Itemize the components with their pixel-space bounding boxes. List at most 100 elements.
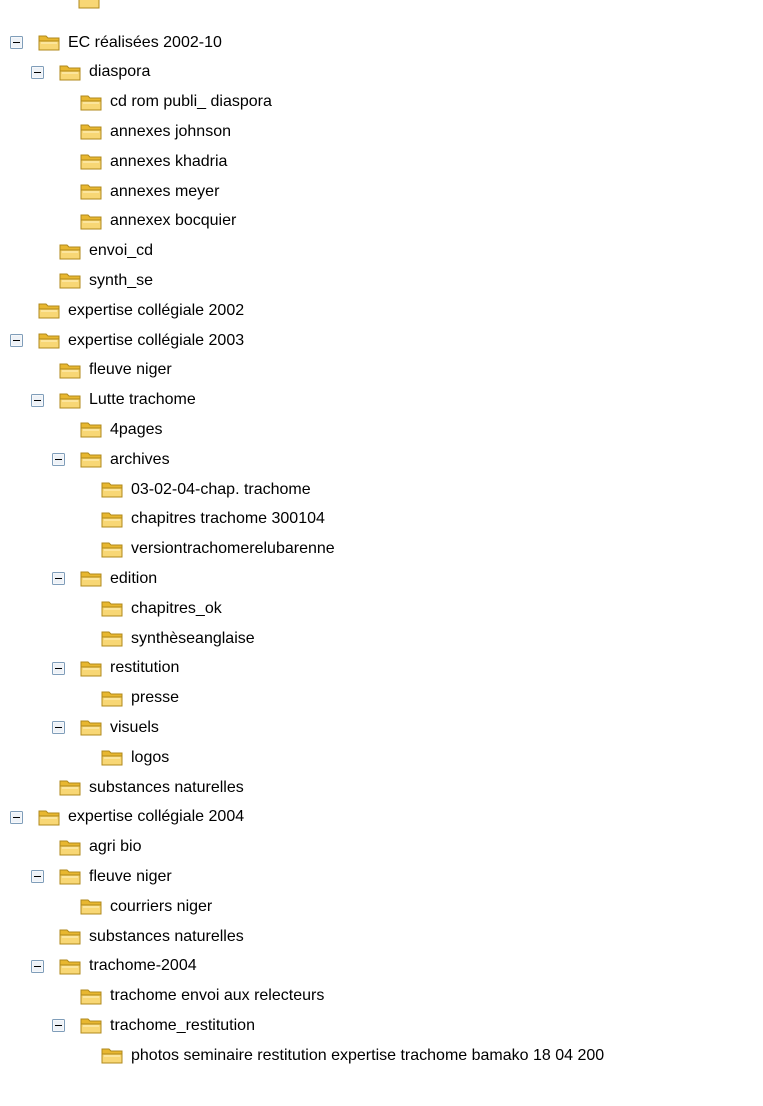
tree-node[interactable]: fleuve niger	[31, 862, 173, 891]
tree-node-label[interactable]: visuels	[109, 718, 160, 738]
tree-node[interactable]: photos seminaire restitution expertise t…	[101, 1041, 605, 1070]
tree-node[interactable]: visuels	[52, 713, 160, 742]
folder-icon	[59, 361, 82, 380]
tree-node-label[interactable]: expertise collégiale 2004	[67, 807, 245, 827]
tree-node[interactable]: synth_se	[59, 266, 154, 295]
folder-icon	[80, 93, 103, 112]
tree-node-label[interactable]: trachome-2004	[88, 956, 198, 976]
tree-node[interactable]: 03-02-04-chap. trachome	[101, 475, 312, 504]
tree-node-label[interactable]: chapitres_ok	[130, 599, 223, 619]
tree-node[interactable]: agri bio	[59, 833, 142, 862]
tree-node[interactable]: envoi_cd	[59, 237, 154, 266]
tree-node[interactable]: substances naturelles	[59, 922, 245, 951]
folder-icon	[80, 897, 103, 916]
collapse-toggle-icon[interactable]	[52, 721, 65, 735]
tree-node[interactable]: edition	[52, 564, 158, 593]
tree-node[interactable]: trachome envoi aux relecteurs	[80, 982, 325, 1011]
tree-node[interactable]: annexes johnson	[80, 117, 232, 146]
tree-node-label[interactable]: fleuve niger	[88, 867, 173, 887]
tree-node[interactable]: synthèseanglaise	[101, 624, 256, 653]
tree-node-label[interactable]: agri bio	[88, 837, 142, 857]
tree-node-label[interactable]: archives	[109, 450, 171, 470]
tree-node[interactable]: annexex bocquier	[80, 207, 237, 236]
tree-node-label[interactable]: 03-02-04-chap. trachome	[130, 480, 312, 500]
collapse-toggle-icon[interactable]	[31, 959, 44, 973]
tree-node[interactable]: Lutte trachome	[31, 386, 197, 415]
folder-icon	[80, 987, 103, 1006]
collapse-toggle-icon[interactable]	[52, 572, 65, 586]
folder-icon	[59, 927, 82, 946]
collapse-toggle-icon[interactable]	[52, 1019, 65, 1033]
folder-icon	[78, 0, 101, 14]
tree-node-label[interactable]: logos	[130, 748, 170, 768]
tree-node-label[interactable]: substances naturelles	[88, 927, 245, 947]
tree-node-label[interactable]: Lutte trachome	[88, 390, 197, 410]
collapse-toggle-icon[interactable]	[10, 810, 23, 824]
tree-node-label[interactable]: synth_se	[88, 271, 154, 291]
tree-node[interactable]: substances naturelles	[59, 773, 245, 802]
tree-node-label[interactable]: synthèseanglaise	[130, 629, 256, 649]
tree-node-label[interactable]: courriers niger	[109, 897, 213, 917]
tree-node-label[interactable]: trachome_restitution	[109, 1016, 256, 1036]
folder-icon	[101, 540, 124, 559]
tree-node[interactable]: cd rom publi_ diaspora	[80, 88, 273, 117]
tree-node-label[interactable]: fleuve niger	[88, 360, 173, 380]
folder-icon	[80, 122, 103, 141]
tree-node-label[interactable]: EC réalisées 2002-10	[67, 33, 223, 53]
tree-node[interactable]: expertise collégiale 2004	[10, 803, 245, 832]
tree-node[interactable]: fleuve niger	[59, 356, 173, 385]
tree-node-label[interactable]: 4pages	[109, 420, 164, 440]
tree-node-label[interactable]: presse	[130, 688, 180, 708]
folder-icon	[59, 778, 82, 797]
tree-node-label[interactable]: edition	[109, 569, 158, 589]
tree-node-label[interactable]: trachome envoi aux relecteurs	[109, 986, 325, 1006]
tree-node-label[interactable]: diaspora	[88, 62, 151, 82]
tree-node-label[interactable]: cd rom publi_ diaspora	[109, 92, 273, 112]
tree-node[interactable]: presse	[101, 684, 180, 713]
tree-node[interactable]: courriers niger	[80, 892, 213, 921]
collapse-toggle-icon[interactable]	[10, 36, 23, 49]
tree-node-label[interactable]: envoi_cd	[88, 241, 154, 261]
collapse-toggle-icon[interactable]	[10, 334, 23, 347]
tree-node[interactable]: trachome_restitution	[52, 1011, 256, 1040]
tree-node-label[interactable]: annexes khadria	[109, 152, 228, 172]
tree-node[interactable]: chapitres trachome 300104	[101, 505, 326, 534]
tree-node-label[interactable]: expertise collégiale 2003	[67, 331, 245, 351]
tree-node[interactable]: expertise collégiale 2003	[10, 326, 245, 355]
folder-icon	[101, 480, 124, 499]
tree-node-label[interactable]: annexes meyer	[109, 182, 220, 202]
tree-node[interactable]: versiontrachomerelubarenne	[101, 535, 336, 564]
tree-node[interactable]: 4pages	[80, 415, 164, 444]
collapse-toggle-icon[interactable]	[31, 870, 44, 884]
tree-node-label[interactable]: restitution	[109, 658, 180, 678]
tree-node-label[interactable]: expertise collégiale 2002	[67, 301, 245, 321]
collapse-toggle-icon[interactable]	[31, 65, 44, 79]
collapse-toggle-icon[interactable]	[52, 453, 65, 467]
folder-icon	[101, 510, 124, 529]
tree-node[interactable]: diaspora	[31, 58, 151, 87]
folder-icon	[59, 838, 82, 857]
folder-icon	[38, 301, 61, 320]
collapse-toggle-icon[interactable]	[52, 661, 65, 675]
tree-node-label[interactable]: annexes johnson	[109, 122, 232, 142]
folder-icon	[101, 1046, 124, 1065]
folder-icon	[38, 808, 61, 827]
tree-node[interactable]: restitution	[52, 654, 180, 683]
tree-node[interactable]: EC réalisées 2002-10	[10, 28, 223, 57]
folder-icon	[80, 1016, 103, 1035]
tree-node-label[interactable]: photos seminaire restitution expertise t…	[130, 1046, 605, 1066]
tree-node-label[interactable]: annexex bocquier	[109, 211, 237, 231]
tree-node[interactable]: expertise collégiale 2002	[38, 296, 245, 325]
tree-node[interactable]: archives	[52, 445, 171, 474]
tree-node[interactable]: annexes khadria	[80, 147, 228, 176]
folder-icon	[101, 748, 124, 767]
folder-icon	[101, 689, 124, 708]
tree-node-label[interactable]: versiontrachomerelubarenne	[130, 539, 336, 559]
tree-node-label[interactable]: chapitres trachome 300104	[130, 509, 326, 529]
collapse-toggle-icon[interactable]	[31, 393, 44, 407]
tree-node[interactable]: trachome-2004	[31, 952, 198, 981]
tree-node[interactable]: chapitres_ok	[101, 594, 223, 623]
tree-node-label[interactable]: substances naturelles	[88, 778, 245, 798]
tree-node[interactable]: annexes meyer	[80, 177, 220, 206]
tree-node[interactable]: logos	[101, 743, 170, 772]
